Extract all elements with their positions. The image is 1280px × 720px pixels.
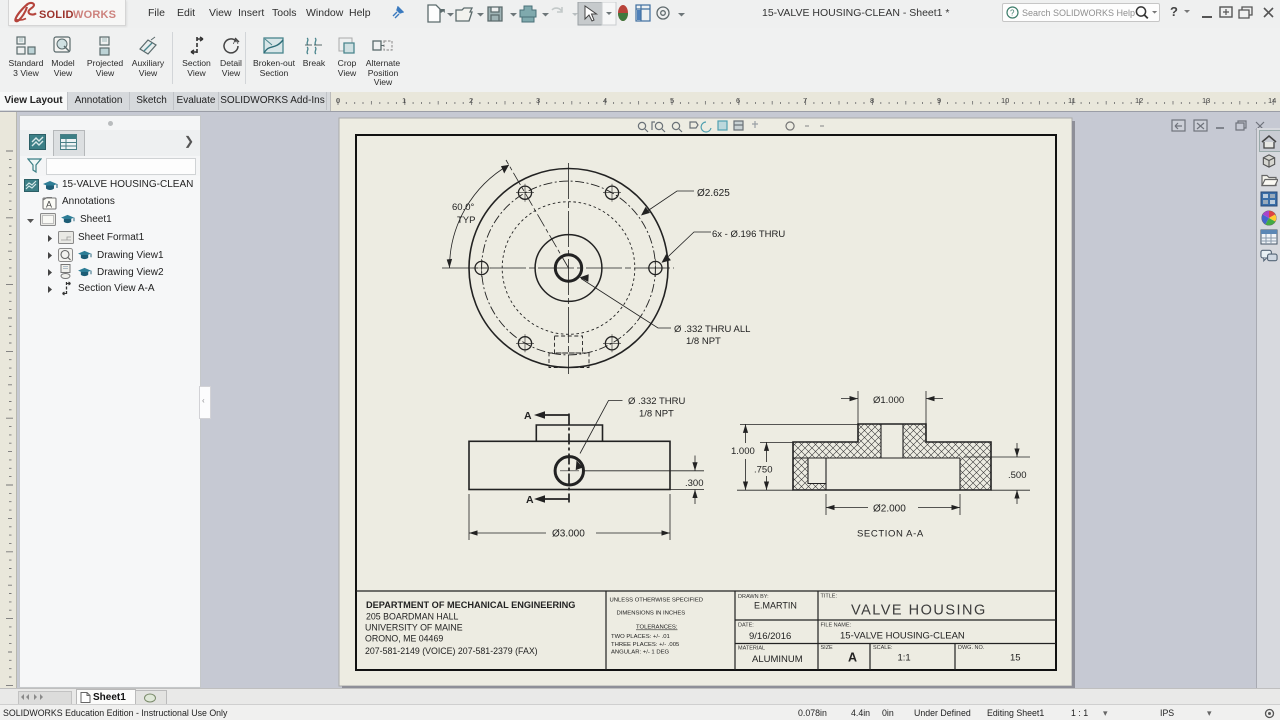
svg-text:1/8 NPT: 1/8 NPT <box>639 409 674 420</box>
svg-text:A: A <box>46 200 52 210</box>
svg-text:TITLE:: TITLE: <box>821 594 838 600</box>
svg-text:60.0°: 60.0° <box>452 202 474 213</box>
svg-text:1:1: 1:1 <box>898 653 911 664</box>
svg-text:A: A <box>526 494 534 506</box>
svg-text:TOLERANCES:: TOLERANCES: <box>636 625 678 631</box>
svg-text:1/8 NPT: 1/8 NPT <box>686 336 721 347</box>
svg-text:A: A <box>848 651 857 665</box>
svg-text:SIZE: SIZE <box>821 645 834 651</box>
svg-text:9/16/2016: 9/16/2016 <box>749 631 791 642</box>
svg-text:.500: .500 <box>1008 470 1027 481</box>
svg-text:DEPARTMENT OF MECHANICAL ENGIN: DEPARTMENT OF MECHANICAL ENGINEERING <box>366 600 575 610</box>
svg-text:DIMENSIONS IN INCHES: DIMENSIONS IN INCHES <box>617 611 686 617</box>
svg-text:SECTION A-A: SECTION A-A <box>857 529 924 540</box>
svg-text:UNLESS OTHERWISE SPECIFIED: UNLESS OTHERWISE SPECIFIED <box>610 598 704 604</box>
svg-text:Ø3.000: Ø3.000 <box>552 529 585 540</box>
svg-text:?: ? <box>1010 9 1015 18</box>
svg-text:ORONO, ME 04469: ORONO, ME 04469 <box>365 634 443 644</box>
svg-text:205 BOARDMAN HALL: 205 BOARDMAN HALL <box>366 612 459 622</box>
svg-text:MATERIAL: MATERIAL <box>738 646 765 652</box>
svg-text:DATE:: DATE: <box>738 623 754 629</box>
svg-text:Ø1.000: Ø1.000 <box>873 395 904 406</box>
svg-text:Ø2.000: Ø2.000 <box>873 504 906 515</box>
svg-text:DWG. NO.: DWG. NO. <box>958 645 985 651</box>
svg-text:207-581-2149 (VOICE) 207-581: 207-581-2149 (VOICE) 207-581-2379 (FAX) <box>365 646 538 656</box>
svg-text:6x - Ø.196 THRU: 6x - Ø.196 THRU <box>712 229 785 240</box>
svg-text:TYP: TYP <box>457 215 475 226</box>
svg-text:15: 15 <box>1010 653 1021 664</box>
svg-text:FILE NAME:: FILE NAME: <box>821 623 852 629</box>
svg-text:Ø2.625: Ø2.625 <box>697 188 730 199</box>
svg-text:A: A <box>233 37 239 46</box>
svg-text:VALVE HOUSING: VALVE HOUSING <box>851 603 987 619</box>
svg-text:E.MARTIN: E.MARTIN <box>754 601 797 611</box>
svg-text:.300: .300 <box>685 478 704 489</box>
svg-text:UNIVERSITY OF MAINE: UNIVERSITY OF MAINE <box>365 623 463 633</box>
svg-text:15-VALVE HOUSING-CLEAN: 15-VALVE HOUSING-CLEAN <box>840 631 965 642</box>
svg-text:.750: .750 <box>754 465 773 476</box>
svg-text:THREE PLACES: +/- .005: THREE PLACES: +/- .005 <box>611 642 680 648</box>
svg-text:A: A <box>524 410 532 422</box>
svg-text:1.000: 1.000 <box>731 446 755 457</box>
svg-text:SCALE:: SCALE: <box>873 645 893 651</box>
svg-text:ANGULAR: +/- 1 DEG: ANGULAR: +/- 1 DEG <box>611 650 670 656</box>
svg-text:DRAWN BY:: DRAWN BY: <box>738 594 769 600</box>
svg-text:Ø .332 THRU: Ø .332 THRU <box>628 396 686 407</box>
svg-text:SOLID: SOLID <box>39 9 74 21</box>
svg-text:ALUMINUM: ALUMINUM <box>752 654 803 665</box>
svg-text:WORKS: WORKS <box>73 9 116 21</box>
svg-text:Ø .332 THRU ALL: Ø .332 THRU ALL <box>674 324 750 335</box>
svg-text:TWO PLACES: +/- .01: TWO PLACES: +/- .01 <box>611 634 670 640</box>
